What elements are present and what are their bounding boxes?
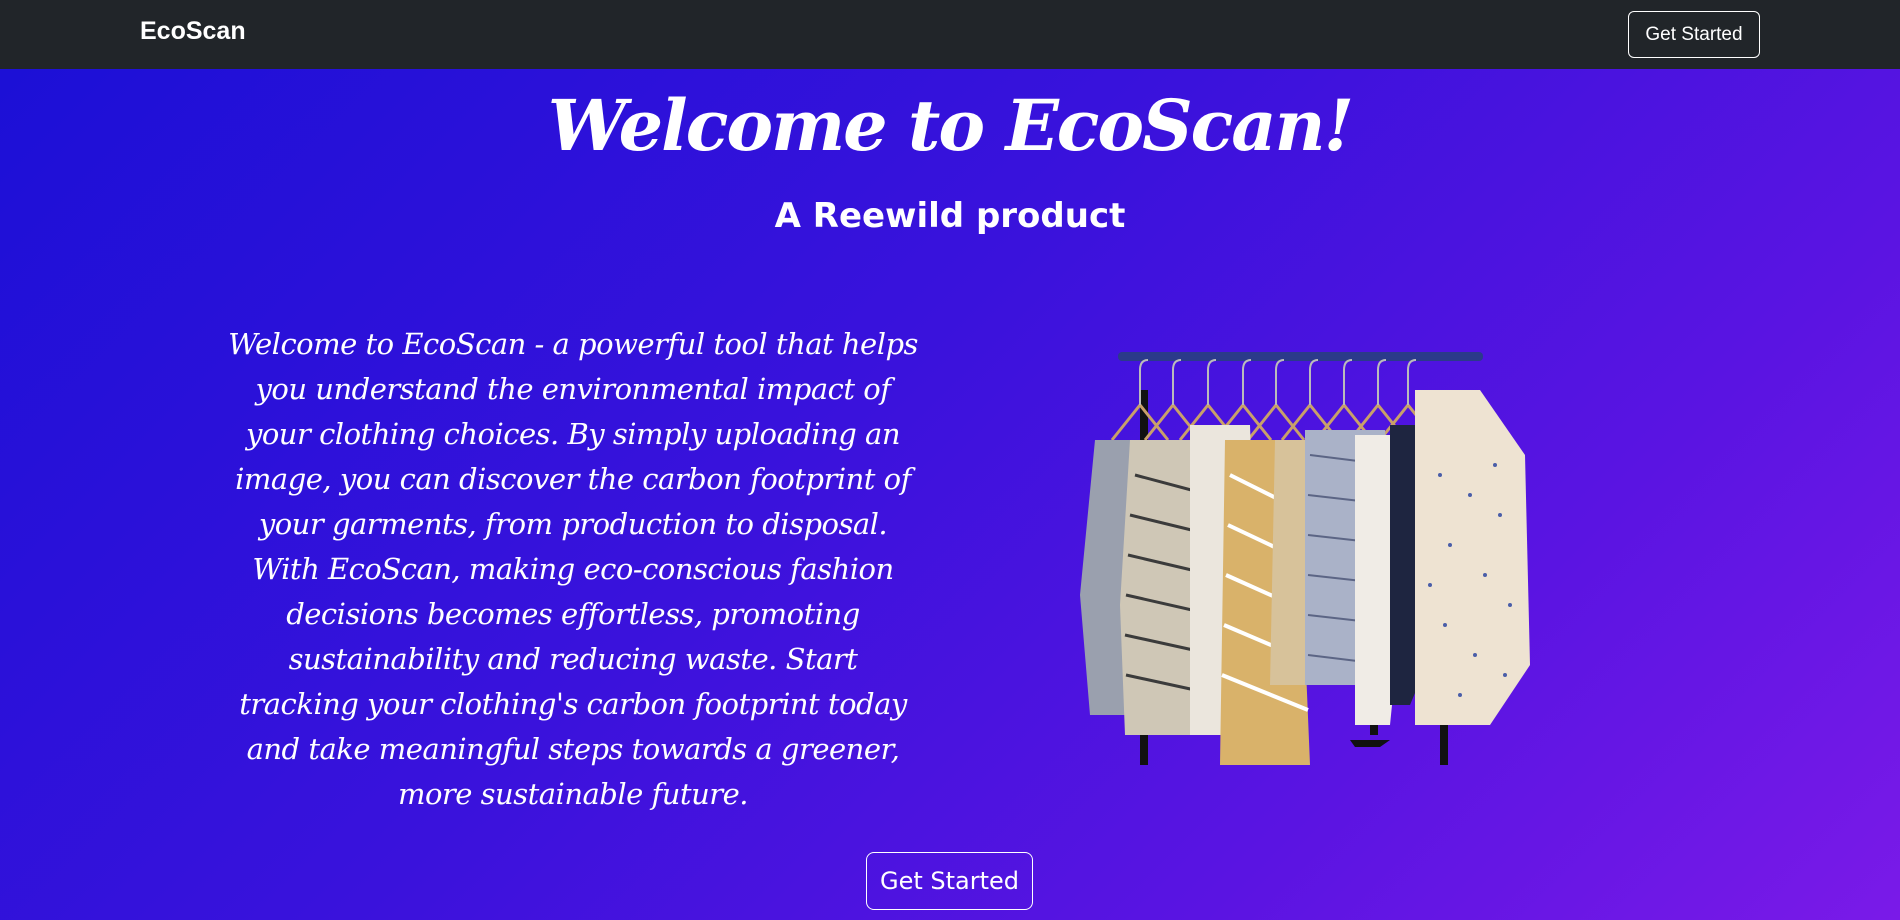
brand-logo[interactable]: EcoScan bbox=[140, 17, 246, 46]
navbar: EcoScan Get Started bbox=[0, 0, 1900, 69]
hero-description: Welcome to EcoScan - a powerful tool tha… bbox=[228, 327, 918, 811]
clothing-rack-image bbox=[1050, 345, 1550, 765]
page-title: Welcome to EcoScan! bbox=[547, 84, 1355, 167]
cta-get-started-button[interactable]: Get Started bbox=[866, 852, 1033, 910]
page-subtitle: A Reewild product bbox=[774, 196, 1126, 236]
nav-get-started-button[interactable]: Get Started bbox=[1628, 11, 1760, 58]
